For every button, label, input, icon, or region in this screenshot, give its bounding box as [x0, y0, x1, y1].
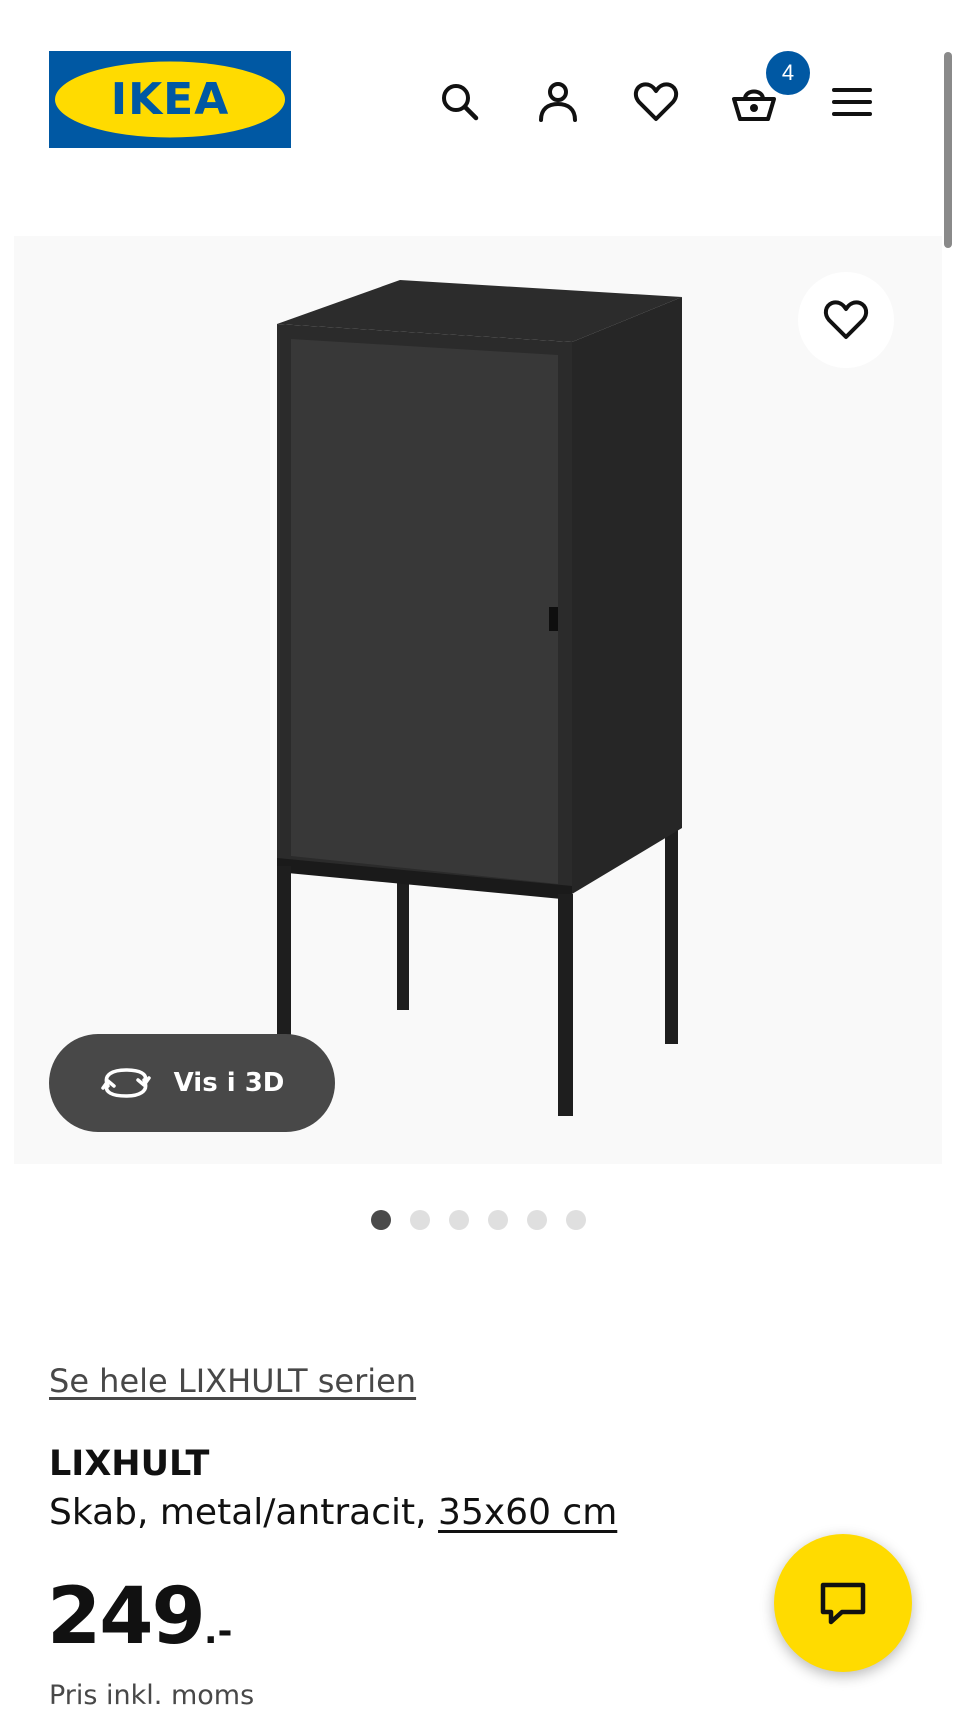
- product-description-text: Skab, metal/antracit,: [49, 1492, 439, 1533]
- account-button[interactable]: [526, 70, 590, 134]
- series-link[interactable]: Se hele LIXHULT serien: [49, 1362, 416, 1400]
- vat-note: Pris inkl. moms: [49, 1680, 255, 1711]
- size-link[interactable]: 35x60 cm: [438, 1492, 617, 1533]
- search-icon: [442, 84, 479, 121]
- view-in-3d-label: Vis i 3D: [173, 1068, 285, 1098]
- view-in-3d-button[interactable]: Vis i 3D: [49, 1034, 335, 1132]
- gallery-dot[interactable]: [371, 1210, 391, 1230]
- search-button[interactable]: [428, 70, 492, 134]
- product-name: LIXHULT: [49, 1444, 210, 1484]
- chat-bubble-icon: [820, 1582, 866, 1625]
- rotate-3d-icon: [100, 1068, 151, 1098]
- heart-icon: [633, 82, 679, 121]
- gallery-dot[interactable]: [410, 1210, 430, 1230]
- gallery-pagination: [371, 1210, 586, 1230]
- user-icon: [539, 82, 577, 122]
- heart-icon: [823, 300, 869, 339]
- gallery-dot[interactable]: [488, 1210, 508, 1230]
- price-main: 249: [47, 1572, 206, 1662]
- product-image-gallery[interactable]: [14, 236, 942, 1164]
- chat-button[interactable]: [774, 1534, 912, 1672]
- ikea-logo-mark: IKEA: [49, 51, 291, 148]
- cart-count-badge: 4: [766, 51, 810, 95]
- gallery-dot[interactable]: [566, 1210, 586, 1230]
- menu-icon: [832, 88, 872, 116]
- ikea-logo[interactable]: IKEA: [49, 51, 291, 148]
- gallery-dot[interactable]: [449, 1210, 469, 1230]
- svg-text:IKEA: IKEA: [111, 74, 230, 125]
- menu-button[interactable]: [820, 70, 884, 134]
- scrollbar[interactable]: [944, 52, 952, 248]
- price-suffix: .-: [203, 1611, 233, 1652]
- product-image: [14, 236, 942, 1164]
- gallery-dot[interactable]: [527, 1210, 547, 1230]
- save-favourite-button[interactable]: [798, 272, 894, 368]
- product-description: Skab, metal/antracit, 35x60 cm: [49, 1492, 617, 1533]
- price: 249.-: [47, 1572, 232, 1662]
- favourites-button[interactable]: [624, 70, 688, 134]
